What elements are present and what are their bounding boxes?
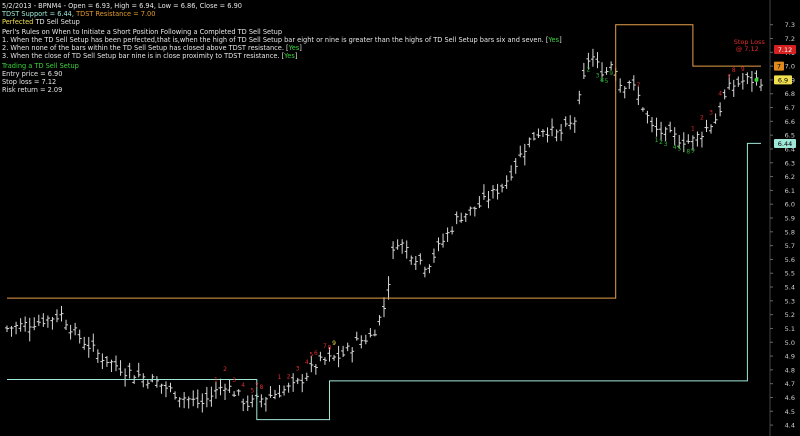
y-tick-label: 7.2: [785, 35, 795, 43]
stop-loss-value: @ 7.12: [736, 45, 759, 53]
setup-count-label: 3: [596, 73, 600, 80]
y-tick-label: 4.4: [785, 422, 795, 430]
setup-count-label: 3: [296, 365, 300, 372]
y-tick-label: 6.2: [785, 173, 795, 181]
setup-count-label: 1: [691, 125, 695, 132]
setup-count-label: 1: [278, 374, 282, 381]
y-tick-label: 5.0: [785, 339, 795, 347]
y-tick-label: 6.8: [785, 90, 795, 98]
axis-price-badge-label: 7: [777, 63, 781, 71]
setup-count-label: 3: [709, 109, 713, 116]
setup-count-label: 1: [655, 137, 659, 144]
price-chart: 4.4 4.5 4.6 4.7 4.8 4.9 5.0 5.1 5.2 5.3 5.4 5.5 5.6 5…: [5, 0, 800, 436]
setup-count-label: 7: [323, 343, 327, 350]
y-tick-label: 4.6: [785, 394, 795, 402]
setup-count-label: 2: [700, 114, 704, 121]
axis-price-badge-label: 6.9: [778, 76, 788, 84]
setup-count-label: 4: [241, 382, 245, 389]
setup-count-label: 9: [691, 147, 695, 154]
setup-count-label: 5: [309, 352, 313, 359]
y-tick-label: 7.3: [785, 21, 795, 29]
setup-count-label: 6: [314, 350, 318, 357]
y-tick-label: 5.5: [785, 270, 795, 278]
setup-count-label: 9: [609, 70, 613, 77]
setup-count-label: 4: [718, 91, 722, 98]
axis-price-badge-label: 7.12: [778, 46, 792, 54]
setup-count-label: 8: [259, 384, 263, 391]
y-tick-label: 5.8: [785, 228, 795, 236]
y-tick-label: 6.6: [785, 118, 795, 126]
current-price-dot: [754, 77, 759, 82]
y-tick-label: 4.7: [785, 380, 795, 388]
y-tick-label: 5.3: [785, 297, 795, 305]
y-tick-label: 5.2: [785, 311, 795, 319]
y-tick-label: 4.5: [785, 408, 795, 416]
y-tick-label: 5.1: [785, 325, 795, 333]
setup-count-label: 5: [605, 78, 609, 85]
y-tick-label: 6.5: [785, 132, 795, 140]
setup-count-label: 8: [600, 77, 604, 84]
y-tick-label: 5.6: [785, 256, 795, 264]
y-tick-label: 7.0: [785, 63, 795, 71]
y-tick-label: 6.7: [785, 104, 795, 112]
setup-count-label: 7: [255, 383, 259, 390]
axis-price-badge-label: 6.44: [778, 140, 792, 148]
setup-count-label: 4: [305, 359, 309, 366]
setup-count-label: 5: [250, 388, 254, 395]
tdst-resistance-line: [7, 24, 761, 299]
setup-count-label: 8: [732, 67, 736, 74]
setup-count-label: 3: [232, 377, 236, 384]
setup-count-label: 8: [686, 148, 690, 155]
setup-count-label: 1: [214, 376, 218, 383]
setup-count-label: 3: [664, 141, 668, 148]
y-tick-label: 6.1: [785, 187, 795, 195]
setup-count-label: 9: [332, 340, 336, 347]
tdst-support-line: [7, 142, 761, 421]
setup-count-label: 8: [328, 345, 332, 352]
y-tick-label: 4.8: [785, 366, 795, 374]
setup-count-label: 7: [636, 82, 640, 89]
setup-count-label: 7: [727, 73, 731, 80]
setup-count-label: 9: [741, 66, 745, 73]
setup-count-label: 2: [223, 366, 227, 373]
y-tick-label: 6.3: [785, 159, 795, 167]
setup-count-label: 2: [287, 374, 291, 381]
y-tick-label: 5.7: [785, 242, 795, 250]
y-tick-label: 5.4: [785, 284, 795, 292]
setup-count-label: 5: [677, 146, 681, 153]
y-tick-label: 4.9: [785, 353, 795, 361]
y-tick-label: 6.0: [785, 201, 795, 209]
setup-count-label: 2: [586, 66, 590, 73]
setup-count-label: 4: [673, 144, 677, 151]
setup-count-label: 2: [659, 139, 663, 146]
y-tick-label: 5.9: [785, 215, 795, 223]
